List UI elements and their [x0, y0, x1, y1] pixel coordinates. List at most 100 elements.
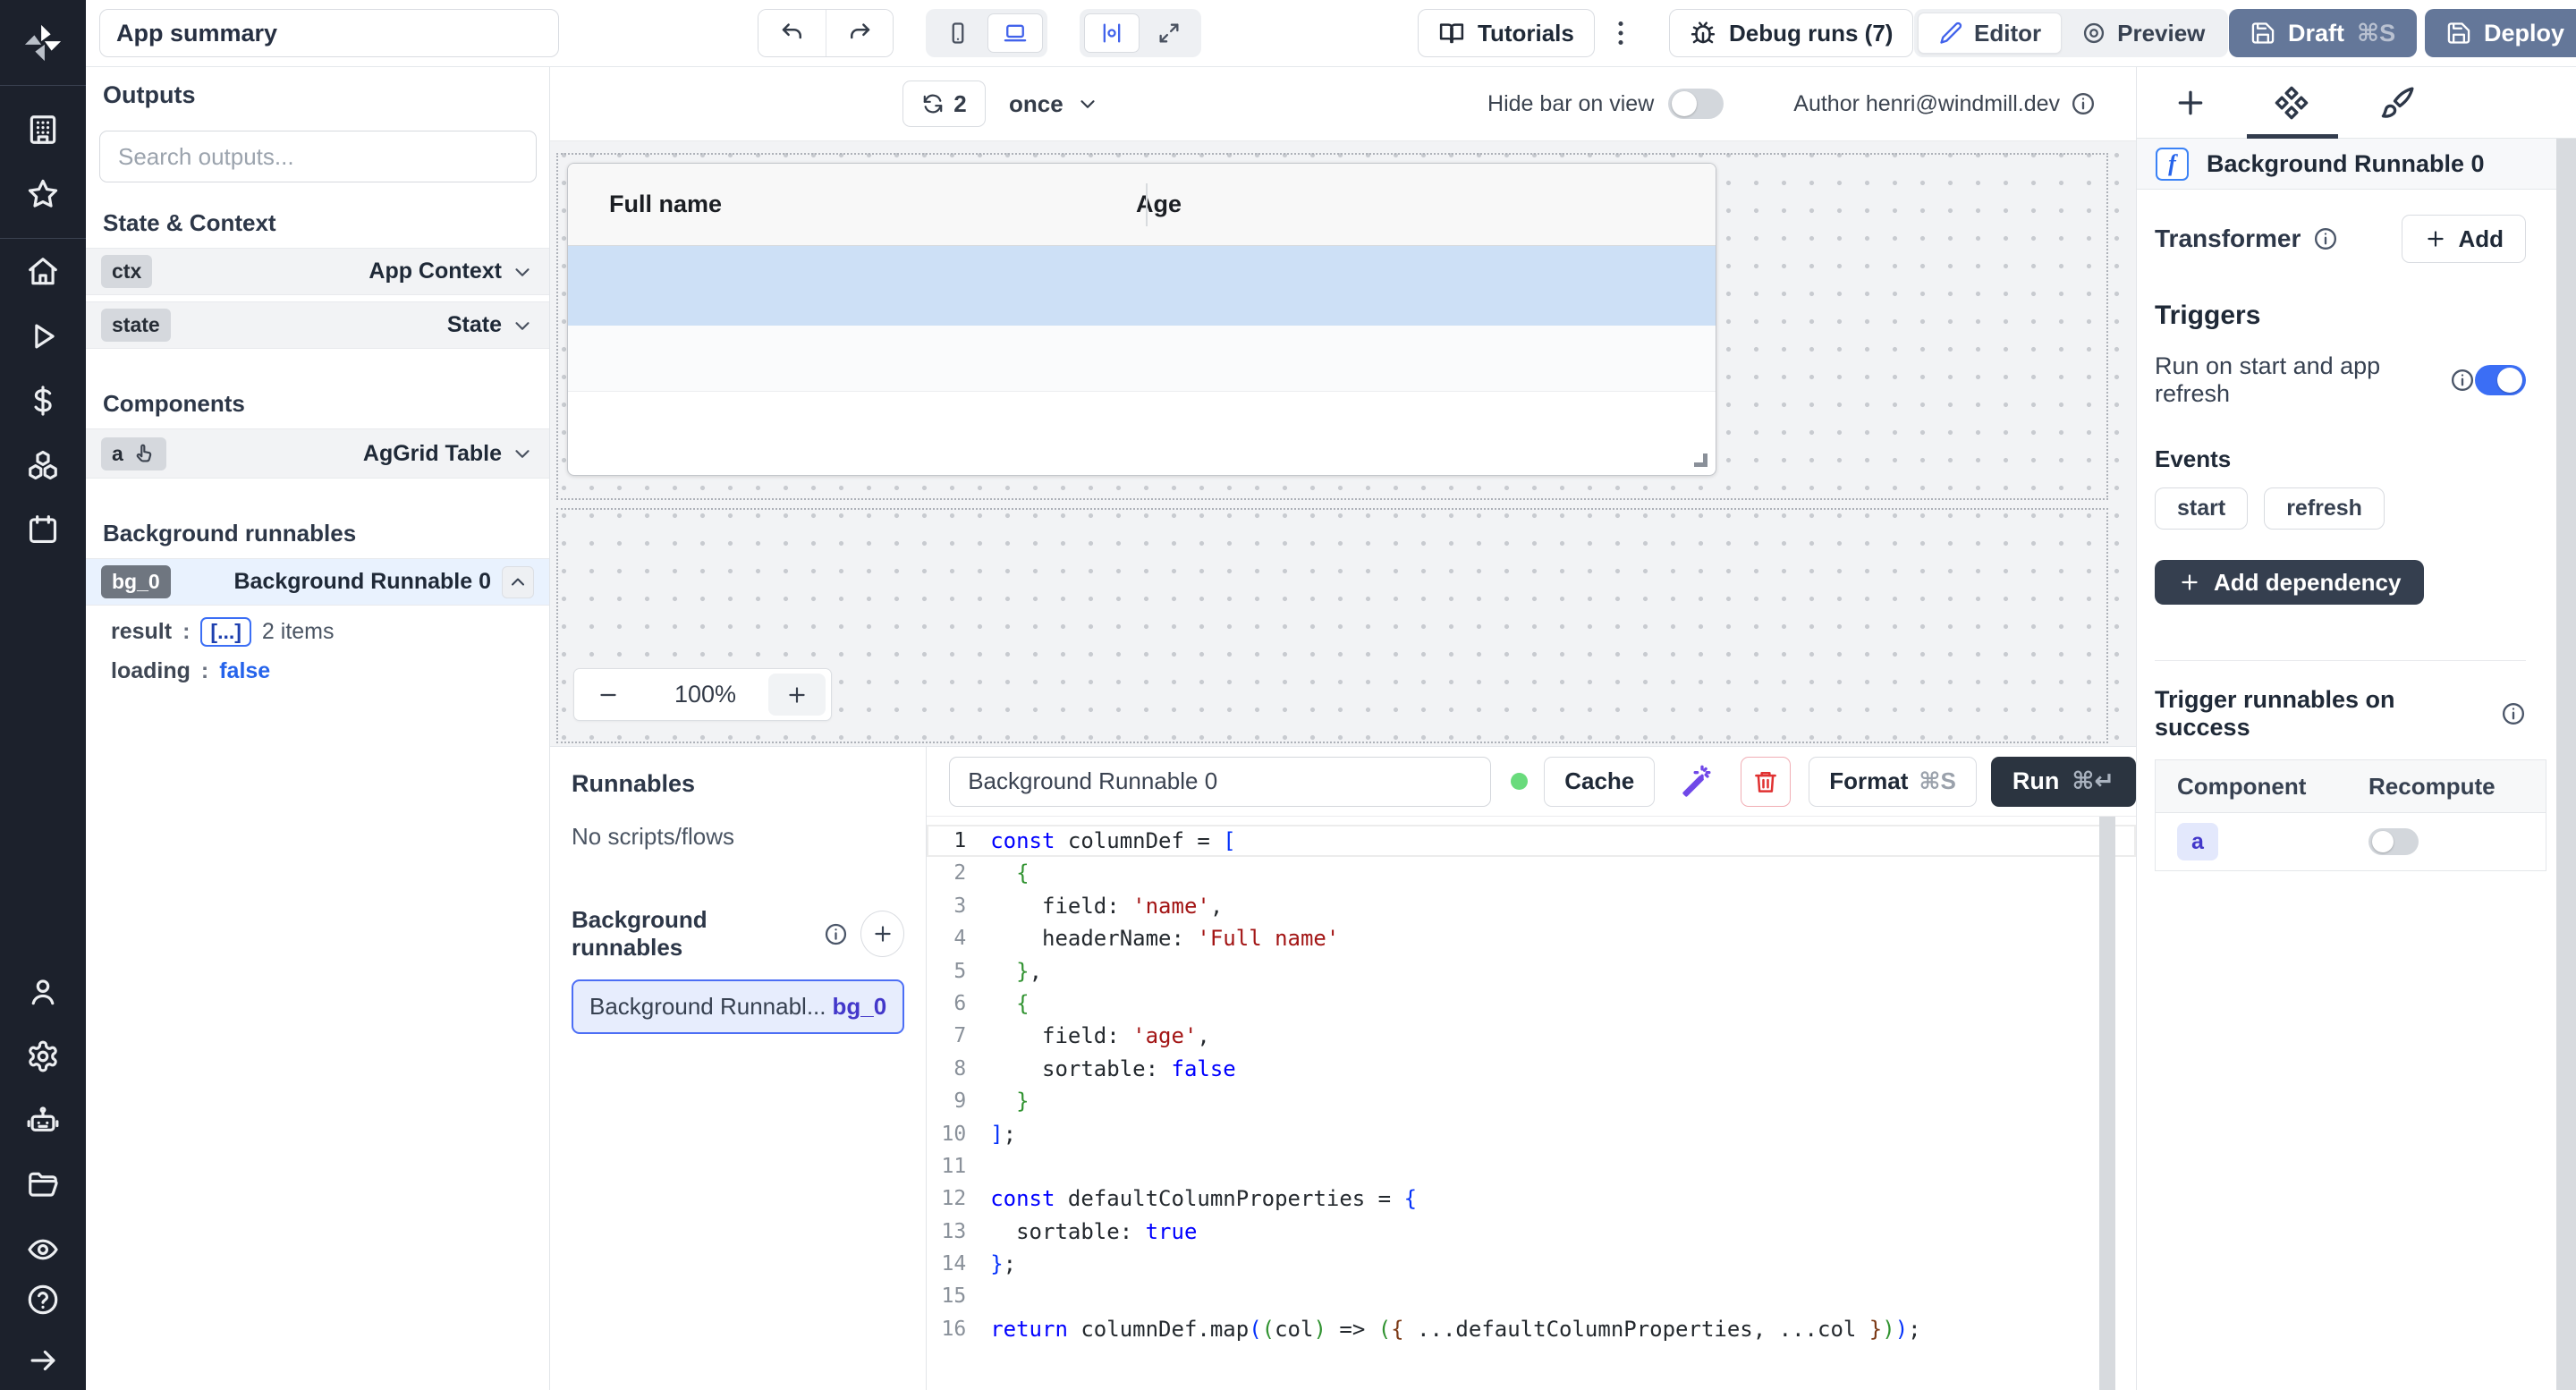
help-icon[interactable] — [26, 1283, 60, 1317]
app-canvas[interactable]: Full name Age 100% — [550, 141, 2136, 746]
format-button[interactable]: Format ⌘S — [1809, 757, 1977, 807]
code-line[interactable]: 7 field: 'age', — [927, 1020, 2136, 1052]
code-line[interactable]: 15 — [927, 1280, 2136, 1312]
run-button[interactable]: Run ⌘↵ — [1991, 757, 2136, 807]
styling-tab[interactable] — [2380, 85, 2416, 121]
building-icon[interactable] — [26, 113, 60, 147]
line-number: 2 — [927, 857, 966, 889]
settings-tab[interactable] — [2274, 85, 2309, 121]
windmill-logo-icon[interactable] — [22, 22, 64, 64]
column-divider[interactable] — [1146, 183, 1148, 226]
desktop-view-button[interactable] — [987, 13, 1043, 53]
hide-bar-toggle[interactable] — [1668, 89, 1724, 119]
code-lines[interactable]: 1const columnDef = [2 {3 field: 'name',4… — [927, 817, 2136, 1390]
output-row-bg0[interactable]: bg_0 Background Runnable 0 — [86, 558, 549, 606]
folder-icon[interactable] — [26, 1168, 60, 1202]
output-row-ctx[interactable]: ctx App Context — [86, 248, 549, 295]
chevron-down-icon[interactable] — [511, 314, 534, 337]
draft-button[interactable]: Draft ⌘S — [2229, 9, 2417, 57]
refresh-count-button[interactable]: 2 — [902, 81, 986, 127]
table-row-selected[interactable] — [568, 246, 1716, 326]
chevron-down-icon[interactable] — [511, 260, 534, 284]
undo-button[interactable] — [758, 10, 826, 56]
chevron-down-icon[interactable] — [511, 442, 534, 465]
calendar-icon[interactable] — [26, 513, 60, 547]
zoom-in-button[interactable] — [768, 674, 826, 716]
aggrid-table-component[interactable]: Full name Age — [567, 163, 1716, 476]
code-line[interactable]: 8 sortable: false — [927, 1053, 2136, 1085]
code-line[interactable]: 16return columnDef.map((col) => ({ ...de… — [927, 1313, 2136, 1345]
cubes-icon[interactable] — [26, 448, 60, 482]
code-line[interactable]: 5 }, — [927, 955, 2136, 987]
code-line[interactable]: 12const defaultColumnProperties = { — [927, 1182, 2136, 1215]
collapse-bg0-button[interactable] — [502, 566, 534, 598]
info-icon[interactable] — [2501, 701, 2526, 726]
code-line[interactable]: 10]; — [927, 1118, 2136, 1150]
info-icon[interactable] — [2071, 91, 2096, 116]
background-runnables-label: Background runnables — [572, 906, 811, 962]
home-icon[interactable] — [26, 255, 60, 289]
delete-runnable-button[interactable] — [1741, 757, 1791, 807]
run-on-start-toggle[interactable] — [2475, 365, 2526, 395]
panel-scrollbar[interactable] — [2556, 139, 2576, 1390]
code-line[interactable]: 14}; — [927, 1248, 2136, 1280]
info-icon[interactable] — [824, 922, 848, 946]
app-summary-input[interactable] — [99, 9, 559, 57]
add-background-runnable-button[interactable] — [860, 911, 904, 957]
eye-icon[interactable] — [26, 1233, 60, 1267]
undo-icon — [779, 20, 806, 47]
result-expand-chip[interactable]: [...] — [200, 617, 251, 647]
code-line[interactable]: 9 } — [927, 1085, 2136, 1117]
preview-mode-tab[interactable]: Preview — [2062, 13, 2224, 54]
code-line[interactable]: 1const columnDef = [ — [927, 825, 2136, 857]
gear-icon[interactable] — [26, 1039, 60, 1073]
deploy-button[interactable]: Deploy — [2425, 9, 2576, 57]
dollar-icon[interactable] — [26, 384, 60, 418]
code-line[interactable]: 13 sortable: true — [927, 1216, 2136, 1248]
editor-tab-label: Editor — [1974, 20, 2041, 47]
robot-icon[interactable] — [26, 1104, 60, 1138]
cache-button[interactable]: Cache — [1544, 757, 1655, 807]
canvas-column: 2 once Hide bar on view Author henri@win… — [550, 67, 2136, 746]
code-text: sortable: true — [990, 1216, 1197, 1248]
resize-handle[interactable] — [1694, 453, 1707, 467]
add-transformer-button[interactable]: Add — [2402, 215, 2526, 263]
search-outputs-input[interactable] — [99, 131, 537, 182]
star-icon[interactable] — [26, 177, 60, 211]
fullwidth-layout-button[interactable] — [1141, 13, 1197, 53]
preview-icon — [2081, 21, 2106, 46]
add-dependency-button[interactable]: Add dependency — [2155, 560, 2424, 605]
output-row-state[interactable]: state State — [86, 301, 549, 349]
column-header-full-name[interactable]: Full name — [568, 191, 1105, 218]
hand-pointer-icon — [132, 442, 156, 465]
redo-button[interactable] — [826, 10, 893, 56]
ai-wand-icon[interactable] — [1680, 764, 1716, 800]
info-icon[interactable] — [2450, 368, 2475, 393]
code-line[interactable]: 2 { — [927, 857, 2136, 889]
zoom-out-button[interactable] — [574, 669, 642, 720]
play-icon[interactable] — [26, 319, 60, 353]
user-icon[interactable] — [26, 975, 60, 1009]
kebab-menu-icon[interactable] — [1605, 17, 1637, 49]
arrow-right-icon[interactable] — [26, 1343, 60, 1377]
center-layout-button[interactable] — [1084, 13, 1140, 53]
output-row-component-a[interactable]: a AgGrid Table — [86, 428, 549, 479]
info-icon[interactable] — [2313, 226, 2338, 251]
code-line[interactable]: 4 headerName: 'Full name' — [927, 922, 2136, 954]
runnable-name-input[interactable] — [949, 757, 1491, 807]
recompute-toggle[interactable] — [2368, 828, 2419, 855]
debug-runs-button[interactable]: Debug runs (7) — [1669, 9, 1913, 57]
mobile-view-button[interactable] — [930, 13, 986, 53]
background-runnable-item[interactable]: Background Runnabl... bg_0 — [572, 979, 904, 1034]
code-line[interactable]: 6 { — [927, 987, 2136, 1020]
tutorials-button[interactable]: Tutorials — [1418, 9, 1595, 57]
refresh-mode-dropdown[interactable]: once — [1009, 90, 1099, 118]
column-header-age[interactable]: Age — [1105, 191, 1182, 218]
code-line[interactable]: 3 field: 'name', — [927, 890, 2136, 922]
code-line[interactable]: 11 — [927, 1150, 2136, 1182]
runnables-panel: Runnables No scripts/flows Background ru… — [550, 747, 927, 1390]
editor-scrollbar[interactable] — [2099, 817, 2115, 1390]
insert-component-tab[interactable] — [2173, 85, 2208, 121]
editor-mode-tab[interactable]: Editor — [1918, 13, 2062, 54]
table-row[interactable] — [568, 326, 1716, 392]
